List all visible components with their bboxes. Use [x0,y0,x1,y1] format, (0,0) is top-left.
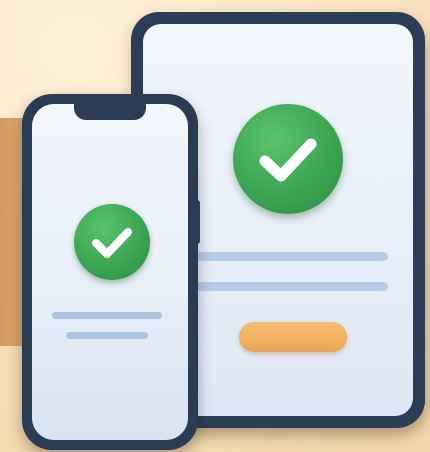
text-placeholder-line [52,312,162,319]
text-placeholder-line [196,282,388,291]
check-circle-icon [74,204,150,280]
phone-screen [32,104,188,440]
phone-side-button [196,200,200,244]
phone-notch [74,104,146,120]
text-placeholder-line [66,332,148,339]
check-circle-icon [233,104,343,214]
text-placeholder-line [196,252,388,261]
confirm-button[interactable] [239,322,347,352]
phone-device [22,94,198,450]
